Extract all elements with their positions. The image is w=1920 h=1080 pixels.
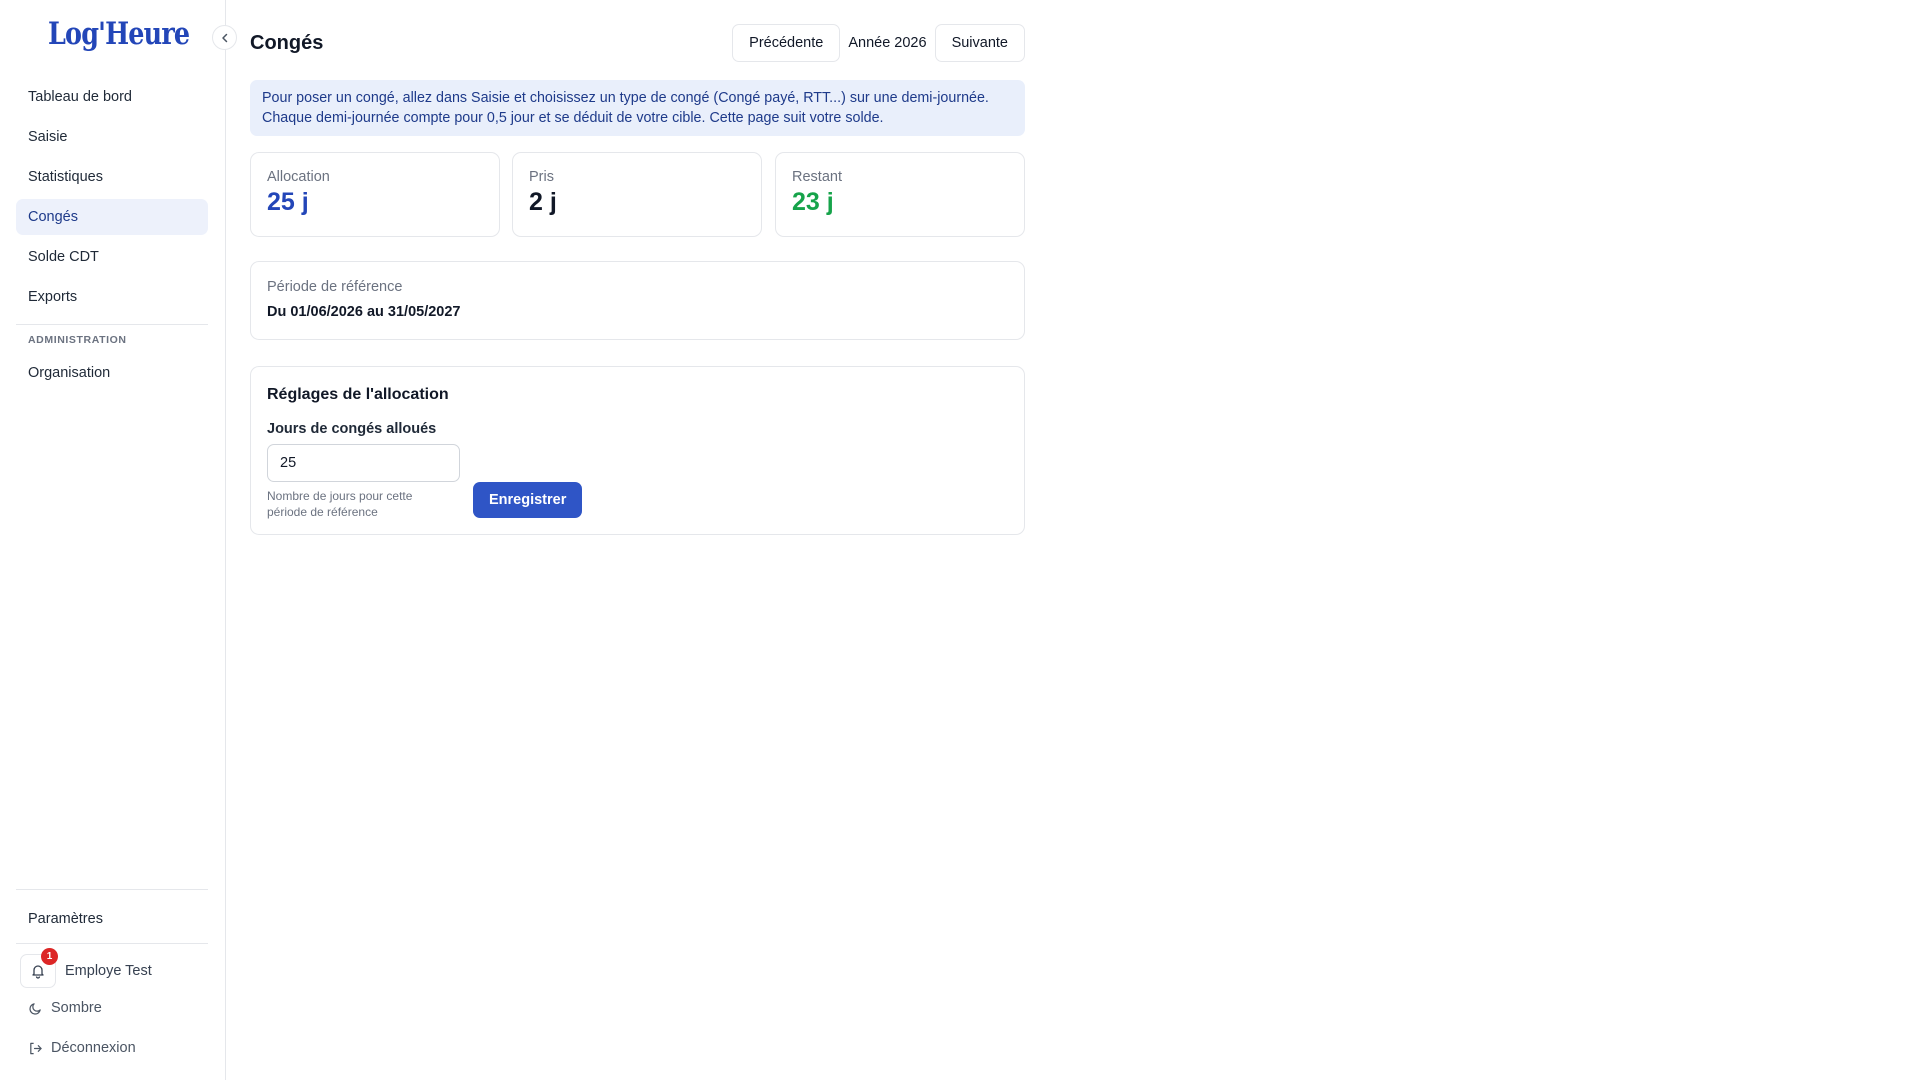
app-logo[interactable]: Log'Heure — [48, 16, 190, 52]
nav-divider — [16, 324, 208, 325]
sidebar-item-tableau-de-bord[interactable]: Tableau de bord — [16, 79, 208, 115]
main-nav: Tableau de bord Saisie Statistiques Cong… — [16, 79, 208, 319]
theme-toggle[interactable]: Sombre — [28, 1000, 102, 1016]
sidebar-item-organisation[interactable]: Organisation — [16, 355, 208, 391]
stat-value-pris: 2 j — [529, 188, 557, 216]
stat-card-restant: Restant 23 j — [775, 152, 1025, 237]
user-name: Employe Test — [65, 963, 152, 979]
notifications-button[interactable]: 1 — [20, 948, 58, 988]
logout-link[interactable]: Déconnexion — [28, 1040, 136, 1056]
sidebar-item-saisie[interactable]: Saisie — [16, 119, 208, 155]
reference-period-value: Du 01/06/2026 au 31/05/2027 — [267, 304, 461, 320]
allocated-days-input[interactable] — [267, 444, 460, 482]
sidebar: Log'Heure Tableau de bord Saisie Statist… — [0, 0, 237, 1080]
chevron-left-icon — [221, 33, 227, 42]
stat-value-allocation: 25 j — [267, 188, 309, 216]
notification-count-badge: 1 — [41, 948, 58, 965]
info-banner: Pour poser un congé, allez dans Saisie e… — [250, 80, 1025, 136]
allocation-settings-card: Réglages de l'allocation Jours de congés… — [250, 366, 1025, 535]
sidebar-item-statistiques[interactable]: Statistiques — [16, 159, 208, 195]
stat-label: Pris — [529, 169, 554, 185]
save-button[interactable]: Enregistrer — [473, 482, 583, 518]
sidebar-item-solde-cdt[interactable]: Solde CDT — [16, 239, 208, 275]
sidebar-item-parametres[interactable]: Paramètres — [16, 901, 208, 937]
collapse-sidebar-button[interactable] — [212, 25, 237, 50]
previous-year-button[interactable]: Précédente — [732, 24, 841, 62]
logout-label: Déconnexion — [51, 1040, 136, 1056]
allocated-days-help: Nombre de jours pour cette période de ré… — [267, 489, 413, 519]
user-row: 1 Employe Test — [20, 948, 152, 988]
allocated-days-label: Jours de congés alloués — [267, 421, 437, 437]
sidebar-item-conges[interactable]: Congés — [16, 199, 208, 235]
bell-icon — [32, 965, 44, 979]
stat-value-restant: 23 j — [792, 188, 834, 216]
stat-label: Restant — [792, 169, 842, 185]
stat-card-allocation: Allocation 25 j — [250, 152, 500, 237]
stat-label: Allocation — [267, 169, 330, 185]
reference-period-label: Période de référence — [267, 279, 403, 295]
footer-divider — [16, 943, 208, 944]
stat-card-pris: Pris 2 j — [512, 152, 762, 237]
sidebar-item-exports[interactable]: Exports — [16, 279, 208, 315]
reference-period-card: Période de référence Du 01/06/2026 au 31… — [250, 261, 1025, 340]
page-title: Congés — [250, 32, 324, 54]
current-year-label: Année 2026 — [848, 35, 927, 51]
theme-label: Sombre — [51, 1000, 102, 1016]
next-year-button[interactable]: Suivante — [934, 24, 1025, 62]
settings-title: Réglages de l'allocation — [267, 386, 449, 403]
bottom-divider — [16, 889, 208, 890]
logout-icon — [30, 1042, 42, 1054]
nav-section-administration: ADMINISTRATION — [28, 334, 127, 346]
moon-icon — [29, 1002, 41, 1015]
year-navigation: Précédente Année 2026 Suivante — [732, 24, 1025, 62]
